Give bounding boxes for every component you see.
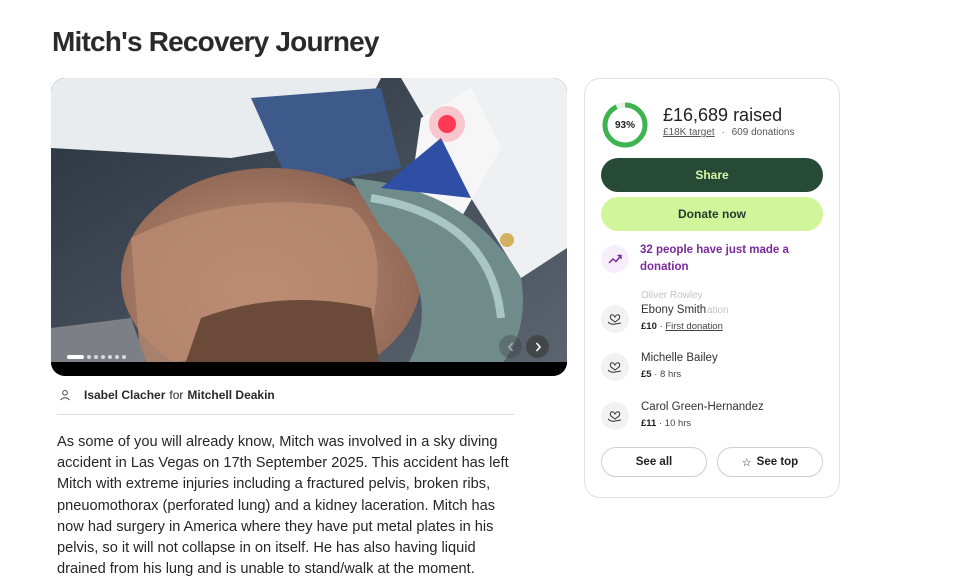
donor-meta: £10 · First donation — [641, 321, 723, 332]
donate-button[interactable]: Donate now — [601, 197, 823, 231]
star-icon: ☆ — [741, 456, 752, 469]
separator: · — [721, 127, 725, 138]
donor-meta: £5 · 8 hrs — [641, 369, 682, 380]
see-top-label: See top — [756, 456, 799, 468]
hero-image-carousel[interactable] — [51, 78, 567, 376]
donor-ghost-name: Oliver Rowley — [641, 290, 703, 301]
progress-percent: 93% — [614, 119, 635, 131]
heart-hand-icon — [601, 305, 629, 333]
carousel-prev-button[interactable] — [499, 335, 522, 358]
organizer-for-label: for — [169, 388, 184, 402]
trending-icon — [601, 245, 629, 273]
heart-hand-icon — [601, 402, 629, 430]
carousel-dots[interactable] — [67, 355, 126, 359]
share-button[interactable]: Share — [601, 158, 823, 192]
organizer-line: Isabel Clacher for Mitchell Deakin — [57, 387, 275, 403]
carousel-dot[interactable] — [115, 355, 119, 359]
carousel-dot[interactable] — [108, 355, 112, 359]
chevron-right-icon — [535, 341, 541, 352]
carousel-next-button[interactable] — [526, 335, 549, 358]
carousel-dot[interactable] — [87, 355, 91, 359]
donor-tag[interactable]: First donation — [665, 321, 723, 332]
see-all-button[interactable]: See all — [601, 447, 707, 477]
donation-card: 93% £16,689 raised £18K target · 609 don… — [584, 78, 840, 498]
hero-bottom-bar — [51, 362, 567, 376]
donor-amount: £5 — [641, 369, 652, 380]
carousel-dot[interactable] — [122, 355, 126, 359]
target-link[interactable]: £18K target — [663, 127, 715, 138]
donor-item: Carol Green-Hernandez £11 · 10 hrs — [601, 400, 831, 432]
donor-item: Michelle Bailey £5 · 8 hrs — [601, 351, 831, 383]
carousel-dot[interactable] — [67, 355, 84, 359]
see-top-button[interactable]: ☆ See top — [717, 447, 823, 477]
donor-name: Carol Green-Hernandez — [641, 401, 764, 413]
donor-item: Ebony Smith £10 · First donation — [601, 303, 831, 335]
donor-amount: £10 — [641, 321, 657, 332]
divider — [57, 414, 514, 415]
carousel-dot[interactable] — [94, 355, 98, 359]
donor-time: 8 hrs — [660, 369, 682, 380]
recent-donations-notice: 32 people have just made a donation — [640, 244, 789, 273]
donor-name: Michelle Bailey — [641, 352, 718, 364]
donation-count: 609 donations — [731, 127, 795, 138]
target-line: £18K target · 609 donations — [663, 127, 794, 138]
page-title: Mitch's Recovery Journey — [52, 26, 380, 57]
beneficiary-name[interactable]: Mitchell Deakin — [187, 388, 274, 402]
donor-name: Ebony Smith — [641, 304, 707, 316]
chevron-left-icon — [507, 341, 513, 352]
story-text: As some of you will already know, Mitch … — [57, 434, 509, 577]
heart-hand-icon — [601, 353, 629, 381]
donor-amount: £11 — [641, 418, 657, 429]
organizer-name[interactable]: Isabel Clacher — [84, 388, 165, 402]
progress-ring: 93% — [601, 101, 649, 149]
carousel-dot[interactable] — [101, 355, 105, 359]
donor-time: 10 hrs — [664, 418, 692, 429]
amount-raised: £16,689 raised — [663, 105, 783, 125]
person-icon — [57, 387, 73, 403]
donor-meta: £11 · 10 hrs — [641, 418, 692, 429]
hero-photo — [51, 78, 567, 376]
